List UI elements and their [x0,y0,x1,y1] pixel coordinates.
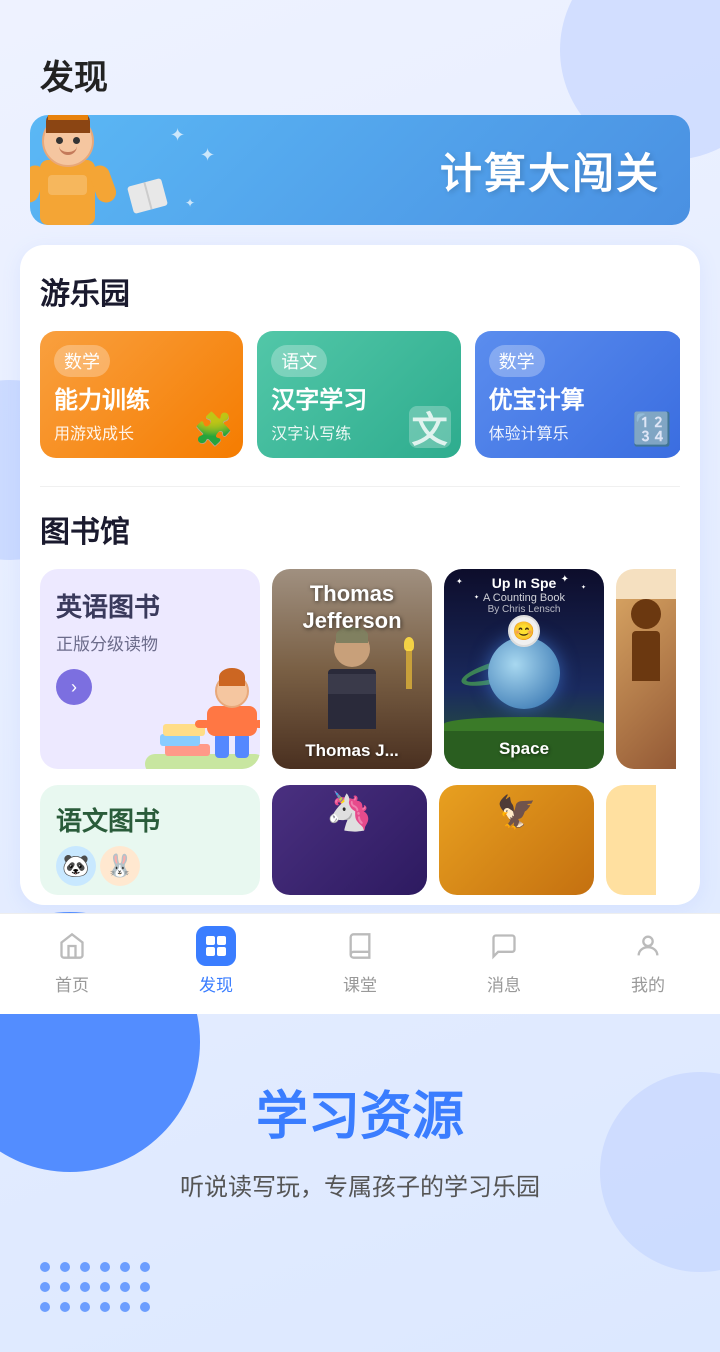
dots-grid [0,1242,160,1352]
nav-label-discover: 发现 [199,971,233,996]
marketing-section: 学习资源 听说读写玩，专属孩子的学习乐园 [0,1014,720,1242]
page-title: 发现 [0,0,720,115]
banner-title: 计算大闯关 [440,140,660,201]
dot [60,1302,70,1312]
dot [80,1262,90,1272]
cn-book-1[interactable]: 🦄 [272,785,427,895]
dot [40,1302,50,1312]
games-row: 数学 能力训练 用游戏成长 🧩 语文 汉字学习 汉字认写练 文 数学 优宝计算 … [40,331,680,458]
game-card-ability[interactable]: 数学 能力训练 用游戏成长 🧩 [40,331,243,458]
dot [60,1262,70,1272]
dot [40,1262,50,1272]
dot [120,1282,130,1292]
marketing-title: 学习资源 [40,1074,680,1149]
game-tag-1: 数学 [54,345,110,377]
dot [100,1302,110,1312]
nav-label-classroom: 课堂 [343,971,377,996]
dot [140,1262,150,1272]
space-book-main-title: Up In Spe [450,575,598,592]
dot [120,1302,130,1312]
english-books-title: 英语图书 [56,587,244,624]
nav-icon-messages [484,926,524,966]
cn-book-partial [606,785,656,895]
chinese-books-intro-card[interactable]: 语文图书 🐼 🐰 [40,785,260,895]
banner[interactable]: ✦ ✦ ✦ 计算大闯关 [30,115,690,225]
nav-icon-profile [628,926,668,966]
library-section-title: 图书馆 [40,507,680,551]
nav-item-discover[interactable]: 发现 [144,926,288,996]
dot [140,1302,150,1312]
thomas-title-overlay: ThomasJefferson [272,581,432,634]
cn-book-2[interactable]: 🦅 [439,785,594,895]
book-thomas-jefferson[interactable]: ThomasJefferson Thomas J... [272,569,432,769]
game-tag-3: 数学 [489,345,545,377]
section-divider [40,486,680,487]
nav-item-messages[interactable]: 消息 [432,926,576,996]
nav-item-classroom[interactable]: 课堂 [288,926,432,996]
banner-area: ✦ ✦ ✦ 计算大闯关 [0,115,720,235]
english-books-intro-card[interactable]: 英语图书 正版分级读物 › [40,569,260,769]
dot [140,1282,150,1292]
dot [80,1302,90,1312]
game-card-math[interactable]: 数学 优宝计算 体验计算乐 🔢 [475,331,680,458]
english-books-subtitle: 正版分级读物 [56,630,244,655]
chinese-books-title: 语文图书 [56,801,244,838]
main-card: 游乐园 数学 能力训练 用游戏成长 🧩 语文 汉字学习 汉字认写练 文 数学 优… [20,245,700,905]
nav-label-profile: 我的 [631,971,665,996]
game-icon-1: 🧩 [193,410,233,448]
game-icon-3: 🔢 [632,410,672,448]
dot [100,1282,110,1292]
banner-star-2: ✦ [200,145,215,166]
english-books-row: 英语图书 正版分级读物 › [40,569,680,769]
playground-section-title: 游乐园 [40,269,680,313]
chinese-books-row: 语文图书 🐼 🐰 🦄 🦅 [40,785,680,895]
bottom-nav: 首页 发现 课堂 消息 [0,913,720,1014]
dot [120,1262,130,1272]
space-book-label: Space [444,739,604,759]
banner-star-3: ✦ [185,196,195,210]
marketing-subtitle: 听说读写玩，专属孩子的学习乐园 [40,1167,680,1202]
nav-item-home[interactable]: 首页 [0,926,144,996]
nav-label-messages: 消息 [487,971,521,996]
book-partial-4 [616,569,676,769]
nav-label-home: 首页 [55,971,89,996]
banner-star-1: ✦ [170,125,185,146]
book-space-counting[interactable]: ✦ ✦ ✦ ✦ Up In Spe A Counting Book By Chr… [444,569,604,769]
nav-icon-home [52,926,92,966]
game-card-chinese[interactable]: 语文 汉字学习 汉字认写练 文 [257,331,460,458]
dot [40,1282,50,1292]
game-icon-2: 文 [409,406,451,448]
thomas-book-label: Thomas J... [272,741,432,761]
nav-icon-classroom [340,926,380,966]
game-tag-2: 语文 [271,345,327,377]
english-books-arrow[interactable]: › [56,669,92,705]
space-book-author: By Chris Lensch [450,604,598,615]
nav-item-profile[interactable]: 我的 [576,926,720,996]
nav-icon-discover [196,926,236,966]
dot [100,1262,110,1272]
dot [60,1282,70,1292]
dot [80,1282,90,1292]
space-book-subtitle1: A Counting Book [450,592,598,604]
